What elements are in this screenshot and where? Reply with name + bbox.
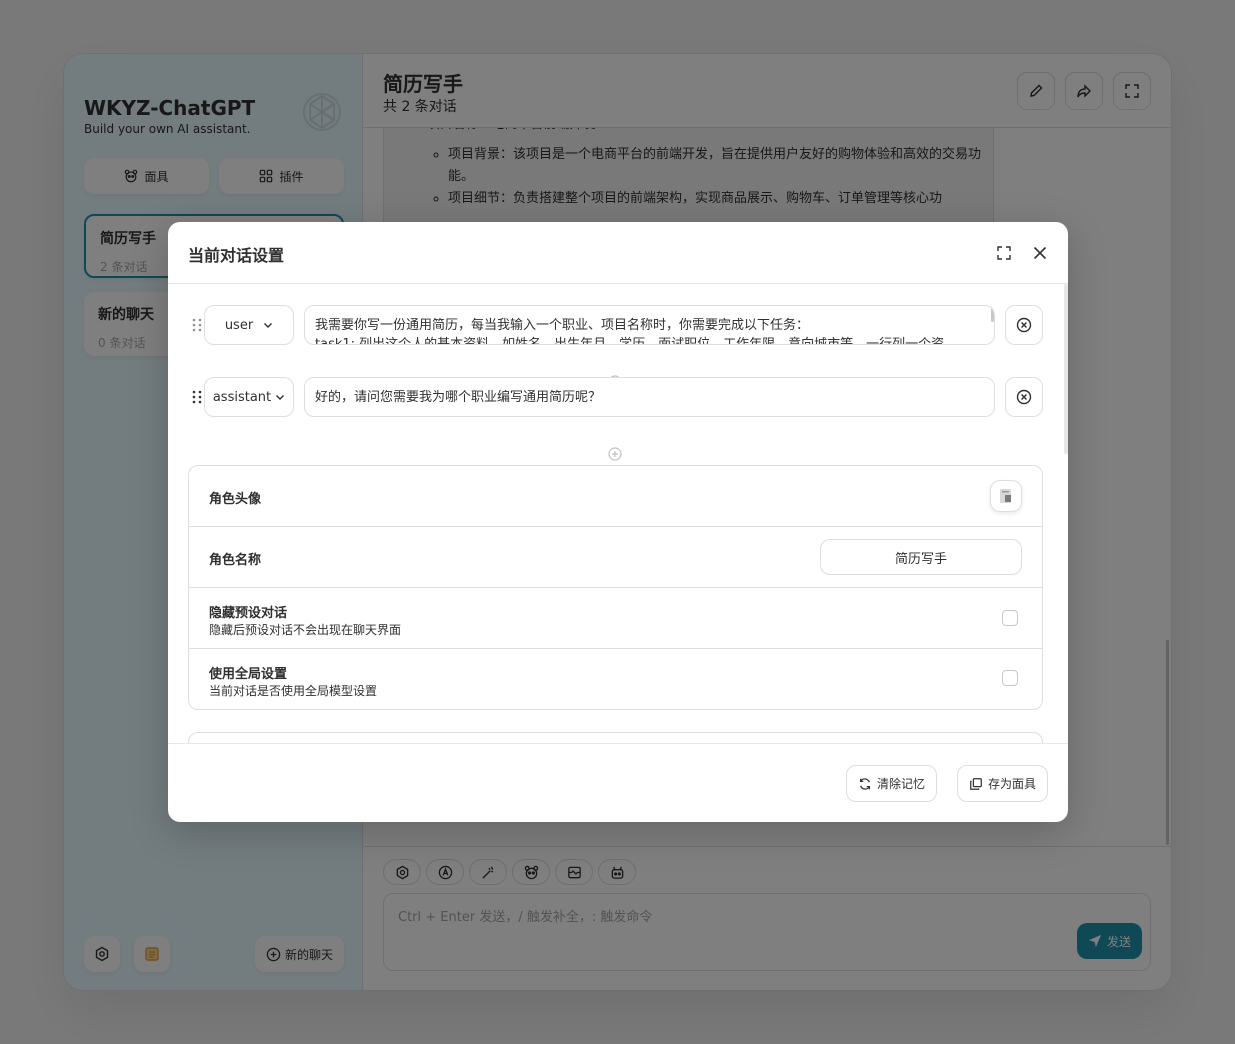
maximize-icon [997,246,1011,260]
prompt-line: 我需要你写一份通用简历，每当我输入一个职业、项目名称时，你需要完成以下任务： [315,318,810,333]
avatar-picker-button[interactable] [990,480,1022,512]
chat-settings-modal: 当前对话设置 user 我需要你写一份通用简历，每当我输入一个职业、项目名称时，… [168,222,1068,822]
name-setting-row: 角色名称 简历写手 [189,527,1042,588]
modal-header: 当前对话设置 [168,222,1068,284]
modal-footer: 清除记忆 存为面具 [168,743,1068,822]
delete-circle-icon [1016,389,1032,405]
prompt-content-input[interactable]: 我需要你写一份通用简历，每当我输入一个职业、项目名称时，你需要完成以下任务： t… [304,305,995,345]
drag-handle-icon[interactable] [192,390,202,404]
modal-title: 当前对话设置 [188,246,285,265]
hide-context-desc: 隐藏后预设对话不会出现在聊天界面 [209,623,402,637]
role-name-input[interactable]: 简历写手 [820,539,1022,575]
clear-memory-button[interactable]: 清除记忆 [846,765,937,802]
refresh-icon [859,777,870,790]
global-setting-row: 使用全局设置 当前对话是否使用全局模型设置 [189,649,1042,709]
modal-body: user 我需要你写一份通用简历，每当我输入一个职业、项目名称时，你需要完成以下… [168,284,1068,743]
hide-context-label: 隐藏预设对话 [209,606,288,621]
hide-context-row: 隐藏预设对话 隐藏后预设对话不会出现在聊天界面 [189,588,1042,649]
global-setting-desc: 当前对话是否使用全局模型设置 [209,684,378,698]
drag-handle-icon[interactable] [192,318,202,332]
prompt-line: 好的，请问您需要我为哪个职业编写通用简历呢？ [315,390,602,405]
chevron-down-icon [276,395,285,400]
prompt-content-input[interactable]: 好的，请问您需要我为哪个职业编写通用简历呢？ [304,377,995,417]
prompt-line: task1: 列出这个人的基本资料，如姓名、出生年月、学历、面试职位、工作年限、… [315,337,945,345]
global-setting-checkbox[interactable] [1002,670,1018,686]
save-as-mask-label: 存为面具 [987,777,1036,791]
role-select[interactable]: user [204,305,294,345]
delete-circle-icon [1016,317,1032,333]
avatar-label: 角色头像 [209,492,262,507]
save-as-mask-button[interactable]: 存为面具 [957,765,1048,802]
model-settings-list [188,732,1043,743]
mask-settings-list: 角色头像 角色名称 简历写手 隐藏预设对话 隐藏后预设对话不会出现在聊天界面 使… [188,465,1043,710]
avatar-setting-row: 角色头像 [189,466,1042,527]
modal-scrollbar[interactable] [1064,284,1068,454]
clear-memory-label: 清除记忆 [876,777,925,791]
role-select[interactable]: assistant [204,377,294,417]
add-prompt-icon[interactable] [608,447,622,461]
delete-prompt-button[interactable] [1005,377,1043,417]
modal-close-button[interactable] [1028,241,1052,265]
modal-maximize-button[interactable] [992,241,1016,265]
hide-context-checkbox[interactable] [1002,610,1018,626]
role-select-value: assistant [212,389,272,405]
avatar-page-icon [1000,489,1011,503]
global-setting-label: 使用全局设置 [209,667,288,682]
chevron-down-icon [264,323,273,328]
context-prompt-row: assistant 好的，请问您需要我为哪个职业编写通用简历呢？ [188,377,1043,417]
delete-prompt-button[interactable] [1005,305,1043,345]
close-icon [1033,246,1047,260]
copy-icon [970,777,982,790]
textarea-scrollbar[interactable] [991,308,994,322]
name-label: 角色名称 [209,553,262,568]
context-prompt-row: user 我需要你写一份通用简历，每当我输入一个职业、项目名称时，你需要完成以下… [188,305,1043,345]
role-select-value: user [224,317,254,333]
